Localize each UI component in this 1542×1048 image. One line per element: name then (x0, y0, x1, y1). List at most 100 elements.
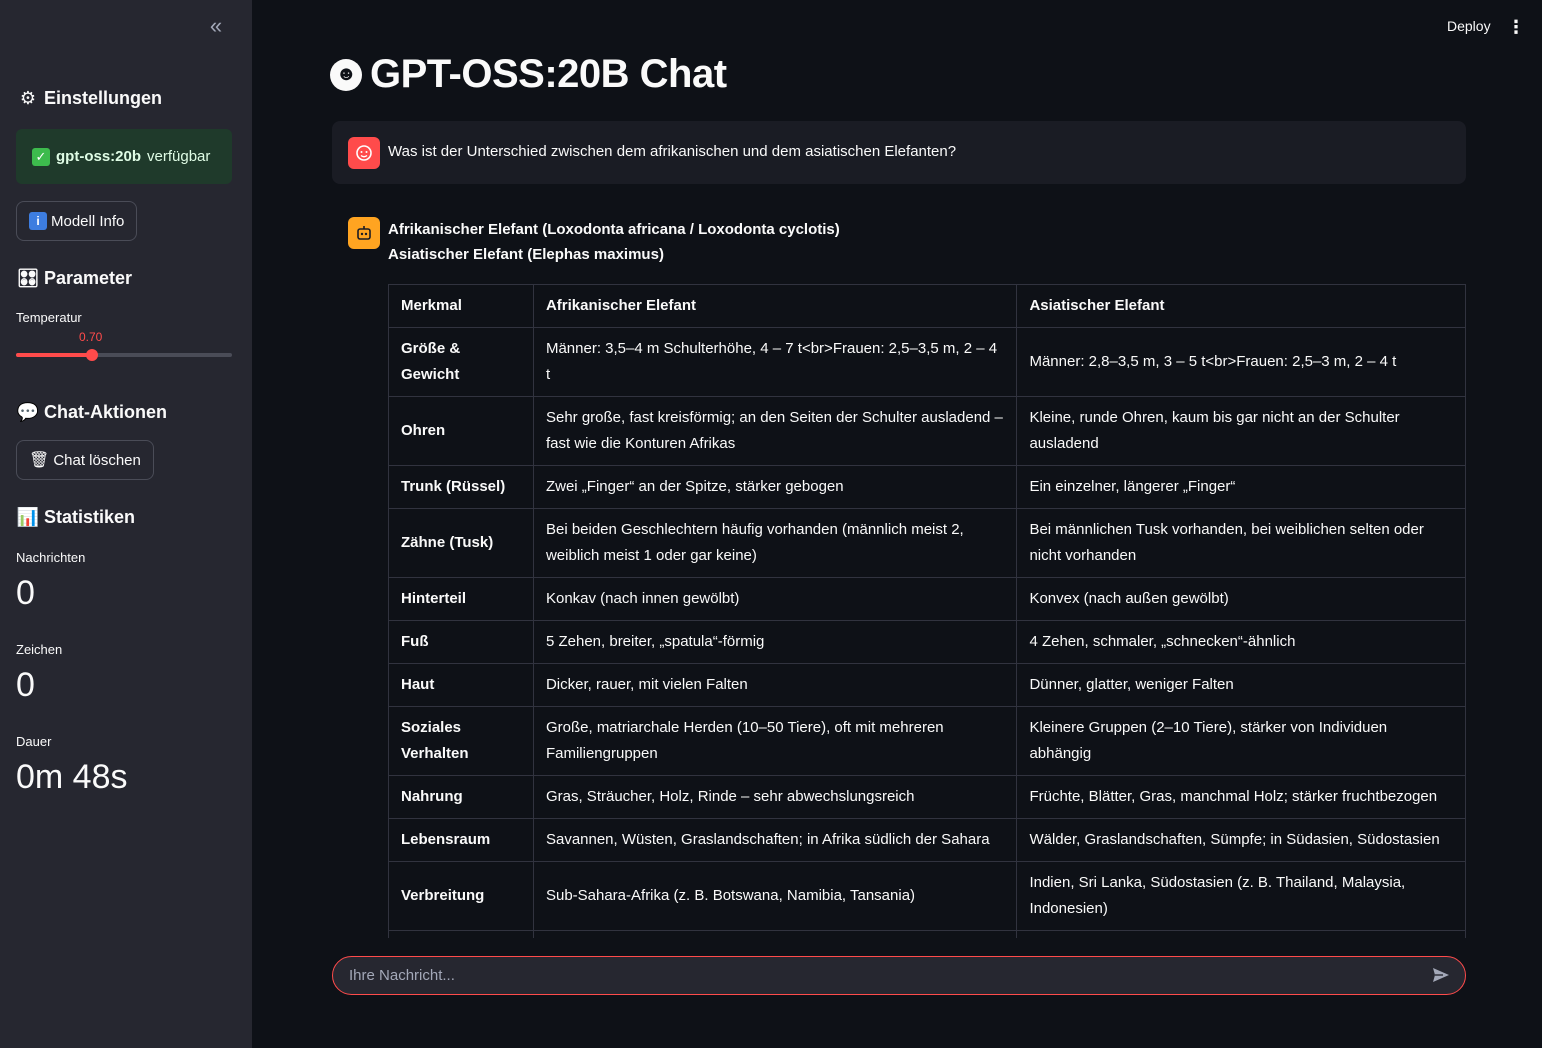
table-cell: Große, matriarchale Herden (10–50 Tiere)… (532, 706, 1018, 776)
bar-chart-icon: 📊 (16, 507, 40, 527)
table-cell: Zwei „Finger“ an der Spitze, stärker geb… (532, 465, 1018, 509)
send-icon[interactable] (1431, 965, 1453, 987)
table-row-key: Zähne (Tusk) (388, 508, 534, 578)
temperature-value: 0.70 (79, 330, 103, 344)
user-avatar-icon (348, 137, 380, 169)
table-row: Fuß 5 Zehen, breiter, „spatula“-förmig 4 Z… (388, 620, 1466, 664)
table-row: Verbreitung Sub-Sahara-Afrika (z. B. Bots… (388, 861, 1466, 931)
table-row: Nahrung Gras, Sträucher, Holz, Rinde – se… (388, 775, 1466, 819)
stats-heading: 📊 Statistiken (16, 507, 135, 528)
table-row: Größe & Gewicht Männer: 3,5–4 m Schulterh… (388, 327, 1466, 397)
temperature-label: Temperatur (16, 310, 82, 325)
metric-characters-value: 0 (16, 666, 35, 704)
speech-bubble-icon: 💬 (16, 402, 40, 422)
emoji-face-icon: ☻ (330, 58, 362, 91)
table-row: Lebensraum Savannen, Wüsten, Graslandscha… (388, 818, 1466, 862)
metric-messages-value: 0 (16, 574, 35, 612)
page-title-text: GPT-OSS:20B Chat (370, 52, 727, 96)
table-cell: Bei männlichen Tusk vorhanden, bei weibl… (1016, 508, 1466, 578)
robot-icon (348, 217, 380, 249)
parameter-heading-text: Parameter (44, 268, 133, 288)
table-cell: Wälder, Graslandschaften, Sümpfe; in Süd… (1016, 818, 1466, 862)
model-status-text: verfügbar (147, 148, 211, 165)
table-row-key: Hinterteil (388, 577, 534, 621)
table-cell: Dicker, rauer, mit vielen Falten (532, 663, 1018, 707)
table-header-cell: Asiatischer Elefant (1016, 284, 1466, 328)
settings-heading: ⚙ Einstellungen (16, 88, 162, 109)
metric-messages-label: Nachrichten (16, 550, 86, 565)
table-cell: Bei beiden Geschlechtern häufig vorhande… (532, 508, 1018, 578)
table-cell: Dünner, glatter, weniger Falten (1016, 663, 1466, 707)
clear-chat-button[interactable]: 🗑 Chat löschen (16, 440, 154, 480)
chat-actions-heading: 💬 Chat-Aktionen (16, 402, 167, 423)
chat-input[interactable] (349, 957, 1419, 994)
table-cell: Gefährdet (IUCN) – ebenfalls bedroht, ab… (1016, 930, 1466, 938)
table-row: Trunk (Rüssel) Zwei „Finger“ an der Spitz… (388, 465, 1466, 509)
table-row-key: Haut (388, 663, 534, 707)
table-cell: Indien, Sri Lanka, Südostasien (z. B. Th… (1016, 861, 1466, 931)
temperature-slider-fill (16, 353, 92, 357)
model-info-label: Modell Info (51, 212, 125, 230)
table-row-key: Trunk (Rüssel) (388, 465, 534, 509)
model-status-banner: ✓ gpt-oss:20b verfügbar (16, 129, 232, 184)
table-row-key: Lebensraum (388, 818, 534, 862)
table-row-key: Soziales Verhalten (388, 706, 534, 776)
chat-input-container (332, 956, 1466, 995)
table-cell: Konvex (nach außen gewölbt) (1016, 577, 1466, 621)
table-cell: Männer: 2,8–3,5 m, 3 – 5 t<br>Frauen: 2,… (1016, 327, 1466, 397)
table-header-cell: Merkmal (388, 284, 534, 328)
table-cell: Männer: 3,5–4 m Schulterhöhe, 4 – 7 t<br… (532, 327, 1018, 397)
user-message: Was ist der Unterschied zwischen dem afr… (332, 121, 1466, 184)
chat-actions-heading-text: Chat-Aktionen (44, 402, 167, 422)
gear-icon: ⚙ (19, 88, 37, 108)
comparison-table-container[interactable]: Merkmal Afrikanischer Elefant Asiatische… (388, 284, 1466, 938)
user-message-text: Was ist der Unterschied zwischen dem afr… (388, 143, 957, 160)
table-cell: Savannen, Wüsten, Graslandschaften; in A… (532, 818, 1018, 862)
model-status-name: gpt-oss:20b (56, 148, 142, 165)
table-cell: Früchte, Blätter, Gras, manchmal Holz; s… (1016, 775, 1466, 819)
table-cell: Kleine, runde Ohren, kaum bis gar nicht … (1016, 396, 1466, 466)
table-row: Conservation StatusGefährdet (IUCN) – st… (388, 930, 1466, 938)
table-row-key: Ohren (388, 396, 534, 466)
sidebar: « ⚙ Einstellungen ✓ gpt-oss:20b verfügba… (0, 0, 252, 1048)
clear-chat-label: Chat löschen (53, 451, 141, 469)
control-knobs-icon: 🎛 (16, 268, 40, 288)
metric-duration-label: Dauer (16, 734, 52, 749)
table-row-key: Verbreitung (388, 861, 534, 931)
table-row-key: Nahrung (388, 775, 534, 819)
table-cell: Sub-Sahara-Afrika (z. B. Botswana, Namib… (532, 861, 1018, 931)
table-row-key: Fuß (388, 620, 534, 664)
deploy-button[interactable]: Deploy (1447, 18, 1491, 34)
metric-duration-value: 0m 48s (16, 758, 128, 796)
check-icon: ✓ (32, 147, 50, 166)
info-icon: i (29, 212, 47, 230)
table-cell: Konkav (nach innen gewölbt) (532, 577, 1018, 621)
parameter-heading: 🎛 Parameter (16, 268, 133, 289)
trash-icon: 🗑 (29, 452, 50, 469)
table-row: Ohren Sehr große, fast kreisförmig; an de… (388, 396, 1466, 466)
table-cell: Gefährdet (IUCN) – stark betroffen durch… (532, 930, 1018, 938)
table-row-key: Conservation Status (388, 930, 534, 938)
table-cell: Sehr große, fast kreisförmig; an den Sei… (532, 396, 1018, 466)
model-info-button[interactable]: i Modell Info (16, 201, 138, 241)
bot-response-line-2: Asiatischer Elefant (Elephas maximus) (388, 246, 664, 263)
temperature-slider-thumb[interactable] (85, 349, 98, 361)
table-cell: 4 Zehen, schmaler, „schnecken“-ähnlich (1016, 620, 1466, 664)
metric-characters-label: Zeichen (16, 642, 63, 657)
table-cell: Gras, Sträucher, Holz, Rinde – sehr abwe… (532, 775, 1018, 819)
comparison-table: Merkmal Afrikanischer Elefant Asiatische… (388, 284, 1466, 938)
table-header-row: Merkmal Afrikanischer Elefant Asiatische… (388, 284, 1466, 328)
settings-heading-text: Einstellungen (44, 88, 163, 108)
table-row: Haut Dicker, rauer, mit vielen Falten Dünn… (388, 663, 1466, 707)
table-cell: Ein einzelner, längerer „Finger“ (1016, 465, 1466, 509)
table-cell: 5 Zehen, breiter, „spatula“-förmig (532, 620, 1018, 664)
table-row-key: Größe & Gewicht (388, 327, 534, 397)
collapse-sidebar-icon[interactable]: « (205, 15, 227, 38)
main-menu-icon[interactable]: ⋮ (1507, 16, 1525, 38)
table-cell: Kleinere Gruppen (2–10 Tiere), stärker v… (1016, 706, 1466, 776)
bot-response-line-1: Afrikanischer Elefant (Loxodonta african… (388, 221, 840, 238)
temperature-slider[interactable] (16, 349, 232, 361)
table-row: Zähne (Tusk) Bei beiden Geschlechtern häu… (388, 508, 1466, 578)
table-header-cell: Afrikanischer Elefant (532, 284, 1018, 328)
stats-heading-text: Statistiken (44, 507, 136, 527)
